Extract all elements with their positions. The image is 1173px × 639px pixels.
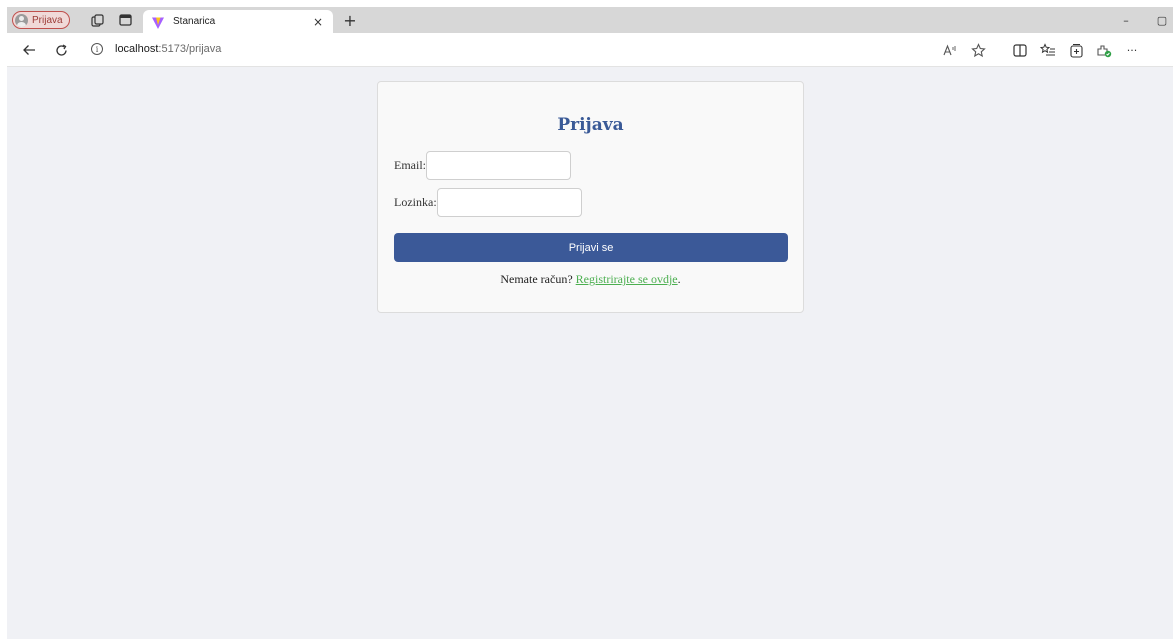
info-icon[interactable]: i — [91, 43, 103, 55]
browser-window: Prijava Stanarica × + – ▢ i localhost:5… — [7, 7, 1173, 639]
close-tab-icon[interactable]: × — [311, 15, 325, 29]
email-label: Email: — [394, 158, 426, 172]
url-host: localhost — [115, 43, 159, 55]
password-field[interactable] — [436, 188, 582, 217]
tab-stanarica[interactable]: Stanarica × — [143, 10, 333, 33]
url-path: :5173/prijava — [158, 43, 222, 55]
workspaces-icon[interactable] — [89, 12, 105, 28]
minimize-button[interactable]: – — [1117, 11, 1135, 29]
restore-button[interactable]: ▢ — [1153, 11, 1171, 29]
back-arrow-icon[interactable] — [19, 40, 39, 60]
page-title: Prijava — [557, 115, 624, 135]
refresh-icon[interactable] — [51, 40, 71, 60]
split-screen-icon[interactable] — [1011, 41, 1029, 59]
address-toolbar: i localhost:5173/prijava ··· — [7, 33, 1173, 67]
address-bar[interactable]: i localhost:5173/prijava — [85, 37, 975, 61]
page-content: Prijava Email: Lozinka: Prijavi se Nemat… — [7, 67, 1173, 639]
star-icon[interactable] — [969, 41, 987, 59]
password-row: Lozinka: — [394, 188, 582, 217]
collections-icon[interactable] — [1067, 41, 1085, 59]
email-field[interactable] — [426, 151, 571, 180]
login-card: Prijava Email: Lozinka: Prijavi se Nemat… — [377, 81, 804, 313]
read-aloud-icon[interactable] — [941, 41, 959, 59]
vite-logo-icon — [151, 15, 165, 29]
tab-title: Stanarica — [173, 16, 216, 27]
tab-strip: Prijava Stanarica × + – ▢ — [7, 7, 1173, 33]
register-link[interactable]: Registrirajte se ovdje — [576, 272, 678, 286]
login-button[interactable]: Prijavi se — [394, 233, 788, 262]
more-icon[interactable]: ··· — [1123, 41, 1141, 59]
extension-icon[interactable] — [1095, 41, 1113, 59]
register-prompt-text: Nemate račun? — [500, 272, 576, 286]
new-tab-button[interactable]: + — [340, 10, 360, 30]
favorites-list-icon[interactable] — [1039, 41, 1057, 59]
profile-button[interactable]: Prijava — [12, 11, 70, 29]
register-suffix: . — [677, 272, 681, 286]
email-row: Email: — [394, 151, 571, 180]
tab-actions-icon[interactable] — [117, 12, 133, 28]
profile-label: Prijava — [32, 14, 63, 26]
register-prompt: Nemate račun? Registrirajte se ovdje. — [378, 272, 803, 287]
person-icon — [15, 13, 28, 27]
password-label: Lozinka: — [394, 195, 437, 209]
